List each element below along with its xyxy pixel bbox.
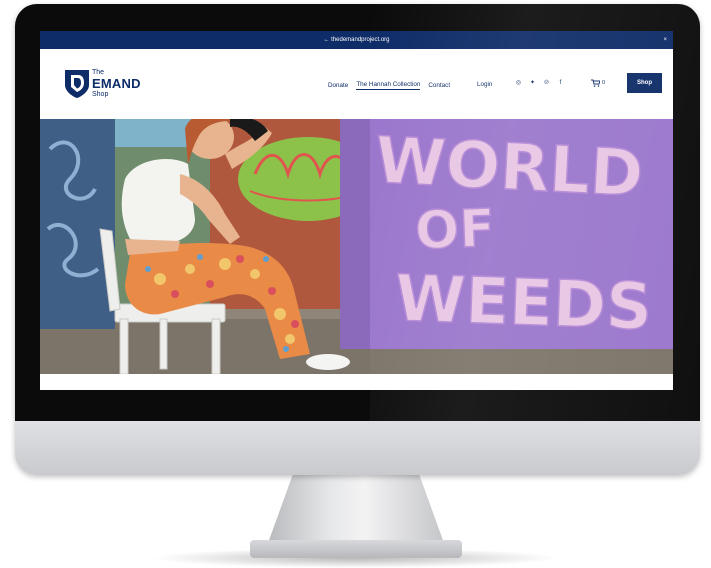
hero-image: WORLD OF WEEDS (40, 119, 673, 374)
svg-text:WEEDS: WEEDS (394, 262, 654, 345)
login-link[interactable]: Login (477, 81, 492, 88)
cart-icon (591, 79, 600, 87)
site-logo[interactable]: The EMAND Shop (64, 69, 144, 103)
nav-hannah-collection[interactable]: The Hannah Collection (356, 81, 421, 90)
logo-text-the: The (92, 69, 105, 76)
monitor-chin (15, 421, 700, 475)
shop-button[interactable]: Shop (627, 73, 662, 93)
instagram-icon[interactable]: ◎ (514, 78, 523, 87)
twitter-icon[interactable]: ✦ (528, 78, 537, 87)
monitor-stand-base (250, 540, 462, 558)
announcement-link[interactable]: ← thedemandproject.org (323, 37, 389, 43)
cart-button[interactable]: 0 (591, 79, 605, 87)
logo-text-shop: Shop (92, 91, 109, 98)
monitor-stand (268, 475, 444, 543)
cart-count: 0 (602, 80, 606, 86)
nav-contact[interactable]: Contact (428, 82, 450, 89)
announcement-bar[interactable]: ← thedemandproject.org × (40, 31, 673, 49)
close-icon[interactable]: × (663, 31, 667, 49)
site-header: The EMAND Shop Donate The Hannah Collect… (40, 49, 673, 119)
svg-text:OF: OF (414, 199, 496, 262)
social-links: ◎ ✦ ℗ f (514, 78, 565, 87)
nav-donate[interactable]: Donate (328, 82, 348, 89)
facebook-icon[interactable]: f (556, 78, 565, 87)
hero-bottom-spacing (40, 374, 673, 390)
logo-text-demand: EMAND (92, 76, 141, 91)
website-screen: ← thedemandproject.org × The EMAND Shop … (40, 31, 673, 390)
main-nav: Donate The Hannah Collection Contact (328, 79, 450, 91)
hero-mural-photo: WORLD OF WEEDS (40, 119, 673, 374)
logo-shield-icon (65, 70, 89, 98)
svg-text:WORLD: WORLD (373, 124, 645, 212)
pinterest-icon[interactable]: ℗ (542, 78, 551, 87)
